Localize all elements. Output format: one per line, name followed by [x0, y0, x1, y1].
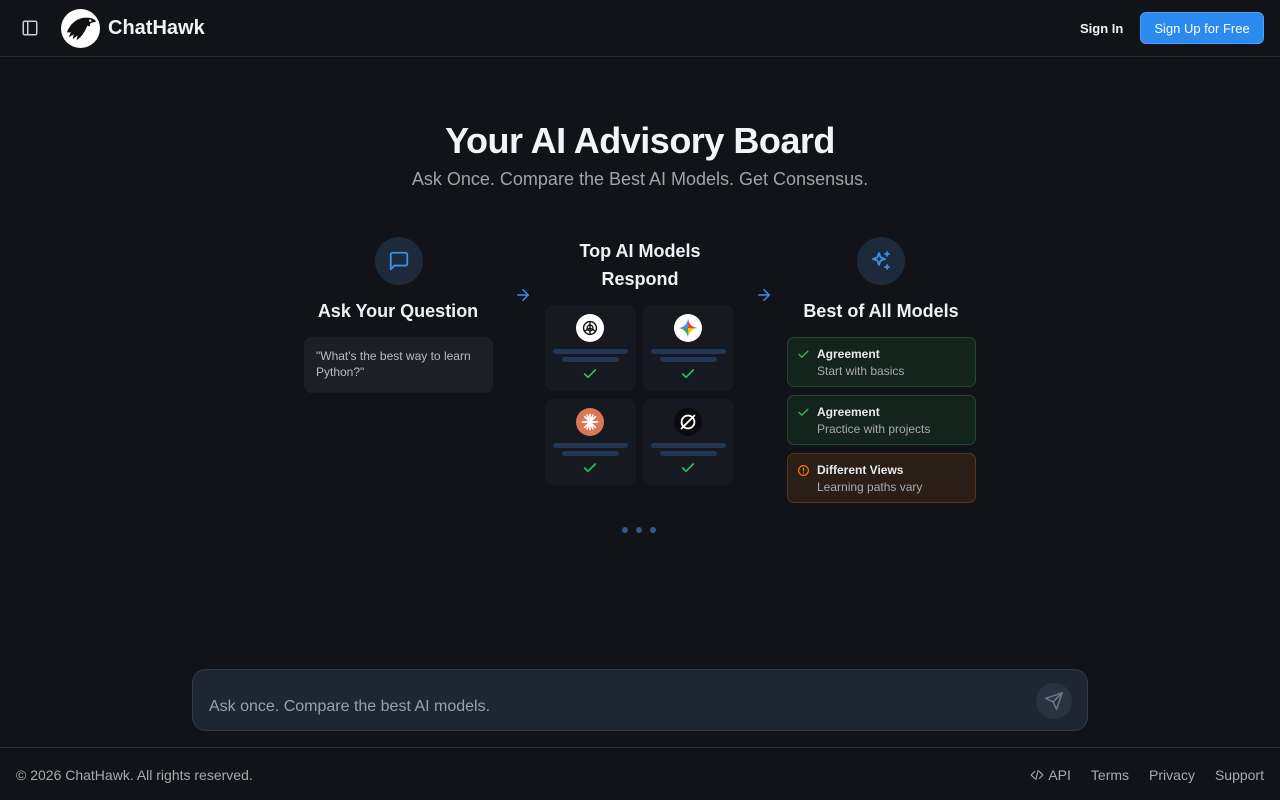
- result-text: Practice with projects: [817, 422, 931, 436]
- models-title-line2: Respond: [601, 269, 679, 289]
- api-link[interactable]: API: [1030, 766, 1071, 784]
- ask-step-icon-circle: [375, 237, 423, 285]
- ask-step-title: Ask Your Question: [317, 301, 479, 321]
- check-icon: [583, 369, 597, 379]
- result-title: Agreement: [817, 405, 880, 419]
- send-icon: [1044, 691, 1064, 711]
- support-link[interactable]: Support: [1215, 766, 1264, 784]
- models-title-line1: Top AI Models: [579, 241, 701, 261]
- response-line: [651, 443, 726, 448]
- check-icon: [583, 463, 597, 473]
- response-line: [553, 349, 628, 354]
- claude-logo-icon: [576, 408, 604, 436]
- arrow-right-icon: [517, 289, 529, 301]
- alert-circle-icon: [798, 465, 809, 476]
- footer-links: API Terms Privacy Support: [1030, 766, 1264, 784]
- check-icon: [681, 369, 695, 379]
- response-line: [660, 451, 717, 456]
- model-card: [545, 305, 636, 391]
- header: ChatHawk Sign In Sign Up for Free: [0, 0, 1280, 57]
- check-icon: [798, 350, 809, 358]
- result-title: Agreement: [817, 347, 880, 361]
- api-link-label: API: [1048, 767, 1071, 783]
- arrow-right-icon: [758, 289, 770, 301]
- response-line: [562, 357, 619, 362]
- result-text: Learning paths vary: [817, 480, 923, 494]
- grok-logo-icon: [674, 408, 702, 436]
- carousel-dot[interactable]: [622, 527, 628, 533]
- result-card-agreement: Agreement Practice with projects: [787, 395, 976, 445]
- terms-link[interactable]: Terms: [1091, 766, 1129, 784]
- best-step-icon-circle: [857, 237, 905, 285]
- brand-name[interactable]: ChatHawk: [108, 16, 205, 40]
- check-icon: [681, 463, 695, 473]
- best-step-title: Best of All Models: [803, 301, 959, 321]
- send-button[interactable]: [1036, 683, 1072, 719]
- example-question: "What's the best way to learn Python?": [304, 337, 493, 393]
- result-card-agreement: Agreement Start with basics: [787, 337, 976, 387]
- model-card: [643, 399, 734, 485]
- sparkles-icon: [872, 251, 890, 270]
- sign-in-button[interactable]: Sign In: [1070, 13, 1133, 43]
- result-text: Start with basics: [817, 364, 905, 378]
- composer: [192, 669, 1088, 731]
- carousel-dot[interactable]: [650, 527, 656, 533]
- response-line: [553, 443, 628, 448]
- sidebar-toggle-button[interactable]: [18, 16, 42, 40]
- sign-up-button[interactable]: Sign Up for Free: [1140, 12, 1264, 44]
- response-line: [651, 349, 726, 354]
- message-square-icon: [389, 251, 409, 271]
- openai-logo-icon: [576, 314, 604, 342]
- hawk-logo-icon[interactable]: [61, 9, 100, 48]
- response-line: [660, 357, 717, 362]
- sidebar-toggle-icon: [22, 20, 38, 36]
- result-title: Different Views: [817, 463, 904, 477]
- result-card-different: Different Views Learning paths vary: [787, 453, 976, 503]
- page-subtitle: Ask Once. Compare the Best AI Models. Ge…: [411, 169, 869, 189]
- models-step-title: Top AI Models Respond: [540, 237, 740, 293]
- footer: © 2026 ChatHawk. All rights reserved. AP…: [0, 747, 1280, 800]
- carousel-dots: [622, 527, 656, 533]
- carousel-dot[interactable]: [636, 527, 642, 533]
- copyright-text: © 2026 ChatHawk. All rights reserved.: [16, 767, 253, 783]
- gemini-logo-icon: [674, 314, 702, 342]
- check-icon: [798, 408, 809, 416]
- model-card: [545, 399, 636, 485]
- code-icon: [1030, 769, 1044, 781]
- page-title: Your AI Advisory Board: [445, 120, 835, 161]
- privacy-link[interactable]: Privacy: [1149, 766, 1195, 784]
- prompt-input[interactable]: [209, 690, 1009, 724]
- model-card: [643, 305, 734, 391]
- response-line: [562, 451, 619, 456]
